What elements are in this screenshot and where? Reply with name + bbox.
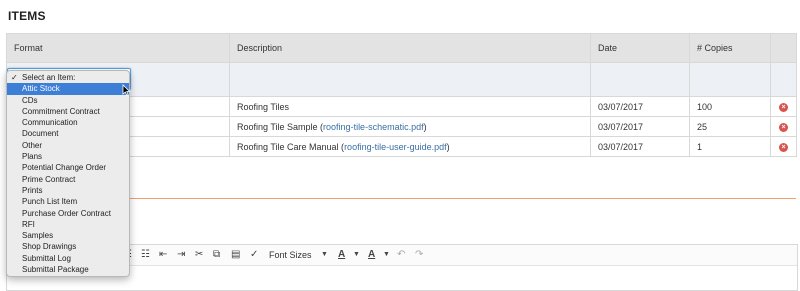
indent-icon[interactable]: ⇥ [177,248,185,262]
dropdown-option-label: Samples [22,231,54,241]
empty-action-cell [770,62,797,97]
dropdown-option[interactable]: Other [7,140,129,151]
dropdown-option[interactable]: Communication [7,117,129,128]
numbered-list-icon[interactable]: ☷ [141,248,150,262]
dropdown-option-label: Plans [22,152,43,162]
dropdown-option[interactable]: Plans [7,151,129,162]
outdent-icon[interactable]: ⇤ [159,248,167,262]
date-cell: 03/07/2017 [590,116,690,137]
spellcheck-icon[interactable]: ✓ [250,248,258,262]
x-circle-icon[interactable]: × [779,122,788,132]
text-color-button[interactable]: A [338,248,345,262]
copy-icon[interactable]: ⧉ [213,248,220,262]
paste-icon[interactable]: ▤ [231,248,240,262]
font-size-caret-icon[interactable]: ▼ [321,248,328,262]
description-text: Roofing Tiles [237,101,290,112]
description-text: Roofing Tile Sample ( [237,121,324,132]
dropdown-option-label: Commitment Contract [22,106,100,116]
undo-icon[interactable]: ↶ [397,248,405,262]
dropdown-option-label: Submittal Log [22,253,71,263]
section-heading: ITEMS [8,9,46,23]
copies-cell: 1 [689,136,771,157]
attachment-link[interactable]: roofing-tile-schematic.pdf [323,122,424,132]
text-color-caret-icon[interactable]: ▼ [353,248,360,262]
cut-icon[interactable]: ✂ [195,248,203,262]
column-header-format: Format [6,33,230,63]
dropdown-option[interactable]: Samples [7,230,129,241]
dropdown-option-label: RFI [22,219,35,229]
dropdown-option-label: Shop Drawings [22,242,77,252]
copies-cell: 100 [689,96,771,117]
dropdown-option-label: Communication [22,118,78,128]
font-size-select[interactable]: Font Sizes [269,248,312,262]
description-cell: Roofing Tile Sample (roofing-tile-schema… [229,116,591,137]
description-text: ) [423,121,427,132]
column-header-copies: # Copies [689,33,771,63]
dropdown-option-label: Other [22,140,43,150]
dropdown-option-label: Prints [22,185,43,195]
dropdown-option[interactable]: Submittal Package [7,264,129,275]
delete-cell: × [770,116,797,137]
dropdown-option[interactable]: Shop Drawings [7,241,129,252]
copies-input-cell[interactable] [689,62,771,97]
date-input-cell[interactable] [590,62,690,97]
description-text: Roofing Tile Care Manual ( [237,141,345,152]
mouse-pointer-icon [122,84,131,96]
redo-icon[interactable]: ↷ [415,248,423,262]
dropdown-option[interactable]: Purchase Order Contract [7,208,129,219]
dropdown-option-label: Punch List Item [22,197,78,207]
background-color-caret-icon[interactable]: ▼ [383,248,390,262]
dropdown-option[interactable]: Document [7,128,129,139]
description-input-cell[interactable] [229,62,591,97]
format-dropdown-list[interactable]: ✓ Select an Item: Attic Stock CDs Commitment… [6,70,130,278]
dropdown-option-label: CDs [22,95,38,105]
column-header-date: Date [590,33,690,63]
dropdown-option-label: Submittal Package [22,265,89,275]
dropdown-option-label: Select an Item: [22,73,76,82]
x-circle-icon[interactable]: × [779,142,788,152]
dropdown-option-label: Potential Change Order [22,163,107,173]
dropdown-option-label: Purchase Order Contract [22,208,111,218]
dropdown-option[interactable]: RFI [7,219,129,230]
dropdown-option[interactable]: CDs [7,95,129,106]
dropdown-option[interactable]: Submittal Log [7,253,129,264]
date-cell: 03/07/2017 [590,136,690,157]
column-header-actions [770,33,797,63]
dropdown-option[interactable]: Prime Contract [7,174,129,185]
description-text: ) [446,141,450,152]
table-header-row: Format Description Date # Copies [6,33,797,63]
dropdown-option[interactable]: Prints [7,185,129,196]
background-color-button[interactable]: A [368,248,375,262]
description-cell: Roofing Tiles [229,96,591,117]
dropdown-option-label: Attic Stock [22,84,60,94]
date-cell: 03/07/2017 [590,96,690,117]
column-header-description: Description [229,33,591,63]
attachment-link[interactable]: roofing-tile-user-guide.pdf [344,142,447,152]
dropdown-option[interactable]: Punch List Item [7,196,129,207]
dropdown-option[interactable]: ✓ Select an Item: [7,72,129,83]
dropdown-option[interactable]: Potential Change Order [7,162,129,173]
dropdown-option-label: Prime Contract [22,174,76,184]
description-cell: Roofing Tile Care Manual (roofing-tile-u… [229,136,591,157]
dropdown-option[interactable]: Commitment Contract [7,106,129,117]
delete-cell: × [770,96,797,117]
delete-cell: × [770,136,797,157]
dropdown-option-label: Document [22,129,59,139]
checkmark-icon: ✓ [11,73,18,82]
copies-cell: 25 [689,116,771,137]
dropdown-option[interactable]: Attic Stock [7,83,129,95]
x-circle-icon[interactable]: × [779,102,788,112]
